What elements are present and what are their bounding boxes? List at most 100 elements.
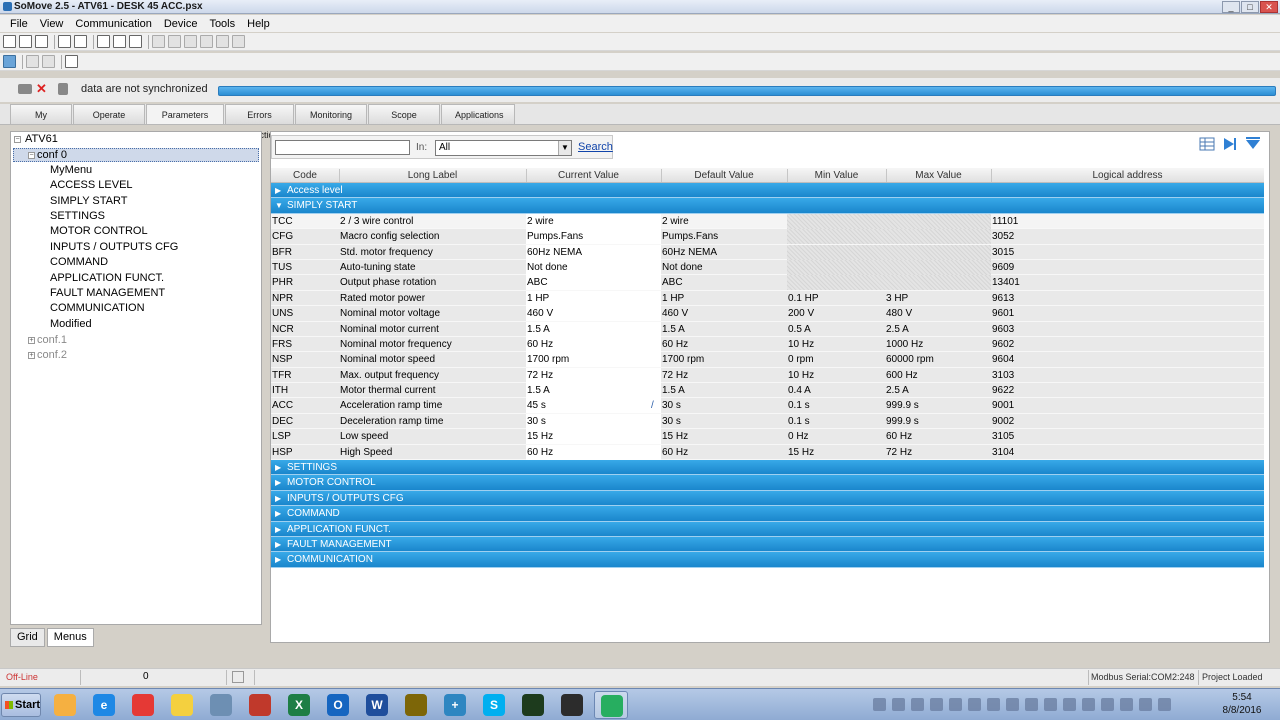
category-row[interactable]: ▶ SETTINGS	[271, 460, 1264, 476]
parameter-row[interactable]: NSP Nominal motor speed 1700 rpm 1700 rpm 0 …	[271, 352, 1264, 368]
param-current-value[interactable]: 1.5 A	[527, 322, 550, 337]
print-icon[interactable]	[97, 35, 110, 48]
tray-icon[interactable]	[1006, 698, 1019, 711]
param-current-value[interactable]: 1.5 A	[527, 383, 550, 398]
category-row[interactable]: ▶ INPUTS / OUTPUTS CFG	[271, 490, 1264, 507]
taskbar-app[interactable]: +	[438, 691, 472, 719]
compare-icon[interactable]	[42, 55, 55, 68]
col-max-value[interactable]: Max Value	[886, 170, 991, 181]
tree-node-access-level[interactable]: ACCESS LEVEL	[50, 179, 133, 191]
param-current-value[interactable]: ABC	[527, 275, 548, 290]
taskbar-app[interactable]	[594, 691, 628, 719]
collapsed-arrow-icon[interactable]: ▶	[275, 183, 281, 198]
menu-help[interactable]: Help	[247, 18, 270, 30]
collapsed-arrow-icon[interactable]: ▶	[275, 552, 281, 567]
play-next-icon[interactable]	[1222, 137, 1238, 151]
param-current-value[interactable]: 30 s	[527, 414, 546, 429]
taskbar-app[interactable]	[165, 691, 199, 719]
collapsed-arrow-icon[interactable]: ▶	[275, 522, 281, 537]
tab-operate[interactable]: Operate	[73, 104, 145, 124]
taskbar-app[interactable]	[243, 691, 277, 719]
tree-node-communication[interactable]: COMMUNICATION	[50, 302, 145, 314]
collapsed-arrow-icon[interactable]: ▶	[275, 460, 281, 475]
category-row[interactable]: ▶ Access level	[271, 183, 1264, 199]
taskbar-app[interactable]	[204, 691, 238, 719]
search-button[interactable]: Search	[578, 141, 613, 153]
menu-file[interactable]: File	[10, 18, 28, 30]
tray-icon[interactable]	[1044, 698, 1057, 711]
tree-node-conf1[interactable]: conf.1	[37, 334, 67, 346]
parameter-row[interactable]: TCC 2 / 3 wire control 2 wire 2 wire 11101	[271, 213, 1264, 230]
drive-icon[interactable]	[3, 55, 16, 68]
param-current-value[interactable]: Pumps.Fans	[527, 229, 583, 244]
tab-my-device[interactable]: My Device	[10, 104, 72, 140]
tree-node-settings[interactable]: SETTINGS	[50, 210, 105, 222]
filter-icon[interactable]	[1245, 137, 1261, 151]
close-button[interactable]: ✕	[1260, 1, 1278, 13]
tray-icon[interactable]	[930, 698, 943, 711]
editable-cell[interactable]	[526, 398, 661, 414]
editable-cell[interactable]	[526, 413, 661, 429]
param-current-value[interactable]: 1 HP	[527, 291, 549, 306]
search-input[interactable]	[275, 140, 410, 155]
category-row[interactable]: ▶ FAULT MANAGEMENT	[271, 536, 1264, 553]
col-default-value[interactable]: Default Value	[661, 170, 787, 181]
upload-icon[interactable]	[184, 35, 197, 48]
collapse-toggle[interactable]: −	[14, 136, 21, 143]
expanded-arrow-icon[interactable]: ▼	[275, 198, 283, 213]
tree-node-conf2[interactable]: conf.2	[37, 349, 67, 361]
download-icon[interactable]	[200, 35, 213, 48]
menu-device[interactable]: Device	[164, 18, 198, 30]
minimize-button[interactable]: _	[1222, 1, 1240, 13]
parameter-row[interactable]: UNS Nominal motor voltage 460 V 460 V 200 V 4…	[271, 306, 1264, 322]
parameter-row[interactable]: / ACC Acceleration ramp time 45 s 30 s 0.1 s 9…	[271, 398, 1264, 414]
parameter-row[interactable]: TUS Auto-tuning state Not done Not done 9609	[271, 259, 1264, 276]
tray-icon[interactable]	[892, 698, 905, 711]
taskbar-app[interactable]	[516, 691, 550, 719]
parameter-row[interactable]: CFG Macro config selection Pumps.Fans Pumps…	[271, 229, 1264, 245]
taskbar-app[interactable]	[399, 691, 433, 719]
parameter-row[interactable]: DEC Deceleration ramp time 30 s 30 s 0.1 s 99…	[271, 413, 1264, 430]
parameter-row[interactable]: FRS Nominal motor frequency 60 Hz 60 Hz 10 H…	[271, 336, 1264, 353]
taskbar-app[interactable]	[48, 691, 82, 719]
col-code[interactable]: Code	[271, 170, 339, 181]
menu-view[interactable]: View	[40, 18, 64, 30]
parameter-row[interactable]: NPR Rated motor power 1 HP 1 HP 0.1 HP 3 HP 96…	[271, 290, 1264, 307]
tree-node-motor-control[interactable]: MOTOR CONTROL	[50, 225, 148, 237]
category-row[interactable]: ▶ APPLICATION FUNCT.	[271, 521, 1264, 537]
parameter-row[interactable]: TFR Max. output frequency 72 Hz 72 Hz 10 Hz 6…	[271, 367, 1264, 384]
clock[interactable]: 5:54 8/8/2016	[1212, 691, 1272, 717]
device-settings-icon[interactable]	[232, 35, 245, 48]
tray-icon[interactable]	[987, 698, 1000, 711]
tray-icon[interactable]	[949, 698, 962, 711]
parameter-row[interactable]: NCR Nominal motor current 1.5 A 1.5 A 0.5 A 2…	[271, 321, 1264, 337]
tray-icon[interactable]	[1158, 698, 1171, 711]
search-scope-select[interactable]: All ▼	[435, 140, 572, 156]
chevron-down-icon[interactable]: ▼	[558, 141, 571, 155]
tree-node-modified[interactable]: Modified	[50, 318, 92, 330]
tray-icon[interactable]	[873, 698, 886, 711]
taskbar-app[interactable]: O	[321, 691, 355, 719]
refresh-icon[interactable]	[26, 55, 39, 68]
parameter-row[interactable]: HSP High Speed 60 Hz 60 Hz 15 Hz 72 Hz 3104	[271, 444, 1264, 461]
expand-toggle[interactable]: +	[28, 337, 35, 344]
tree-node-mymenu[interactable]: MyMenu	[50, 164, 92, 176]
col-logical-address[interactable]: Logical address	[991, 170, 1264, 181]
tray-icon[interactable]	[1025, 698, 1038, 711]
param-current-value[interactable]: 2 wire	[527, 214, 554, 229]
taskbar-app[interactable]	[555, 691, 589, 719]
tree-node-atv61[interactable]: ATV61	[25, 133, 58, 145]
tab-scope[interactable]: Scope	[368, 104, 440, 124]
tree-node-application-funct[interactable]: APPLICATION FUNCT.	[50, 272, 164, 284]
save-icon[interactable]	[58, 35, 71, 48]
tray-icon[interactable]	[1082, 698, 1095, 711]
tab-errors-detection[interactable]: Errors Detection	[225, 104, 294, 140]
category-row[interactable]: ▶ COMMAND	[271, 506, 1264, 522]
tree-node-conf0[interactable]: conf 0	[37, 149, 67, 161]
param-current-value[interactable]: 1700 rpm	[527, 352, 569, 367]
tree-node-command[interactable]: COMMAND	[50, 256, 108, 268]
parameter-row[interactable]: ITH Motor thermal current 1.5 A 1.5 A 0.4 A 2…	[271, 383, 1264, 399]
menu-tools[interactable]: Tools	[209, 18, 235, 30]
tree-node-fault-management[interactable]: FAULT MANAGEMENT	[50, 287, 165, 299]
taskbar-app[interactable]	[126, 691, 160, 719]
